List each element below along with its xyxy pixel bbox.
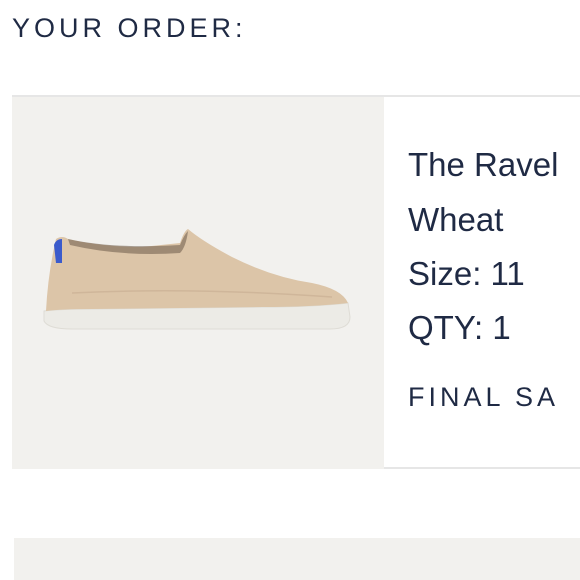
slip-on-shoe-icon (43, 229, 351, 330)
final-sale-label: FINAL SA (408, 382, 560, 412)
order-heading: YOUR ORDER: (12, 13, 247, 43)
order-summary-page: YOUR ORDER: The Ravel Wheat Size: 11 QTY… (0, 0, 580, 580)
order-item-card: The Ravel Wheat Size: 11 QTY: 1 FINAL SA (12, 95, 580, 469)
product-quantity: QTY: 1 (408, 309, 511, 346)
product-details: The Ravel Wheat Size: 11 QTY: 1 FINAL SA (408, 97, 580, 469)
product-name[interactable]: The Ravel (408, 145, 558, 185)
next-section-card (14, 538, 580, 580)
product-size: Size: 11 (408, 255, 525, 292)
product-color: Wheat (408, 201, 504, 238)
product-image[interactable] (12, 97, 384, 469)
